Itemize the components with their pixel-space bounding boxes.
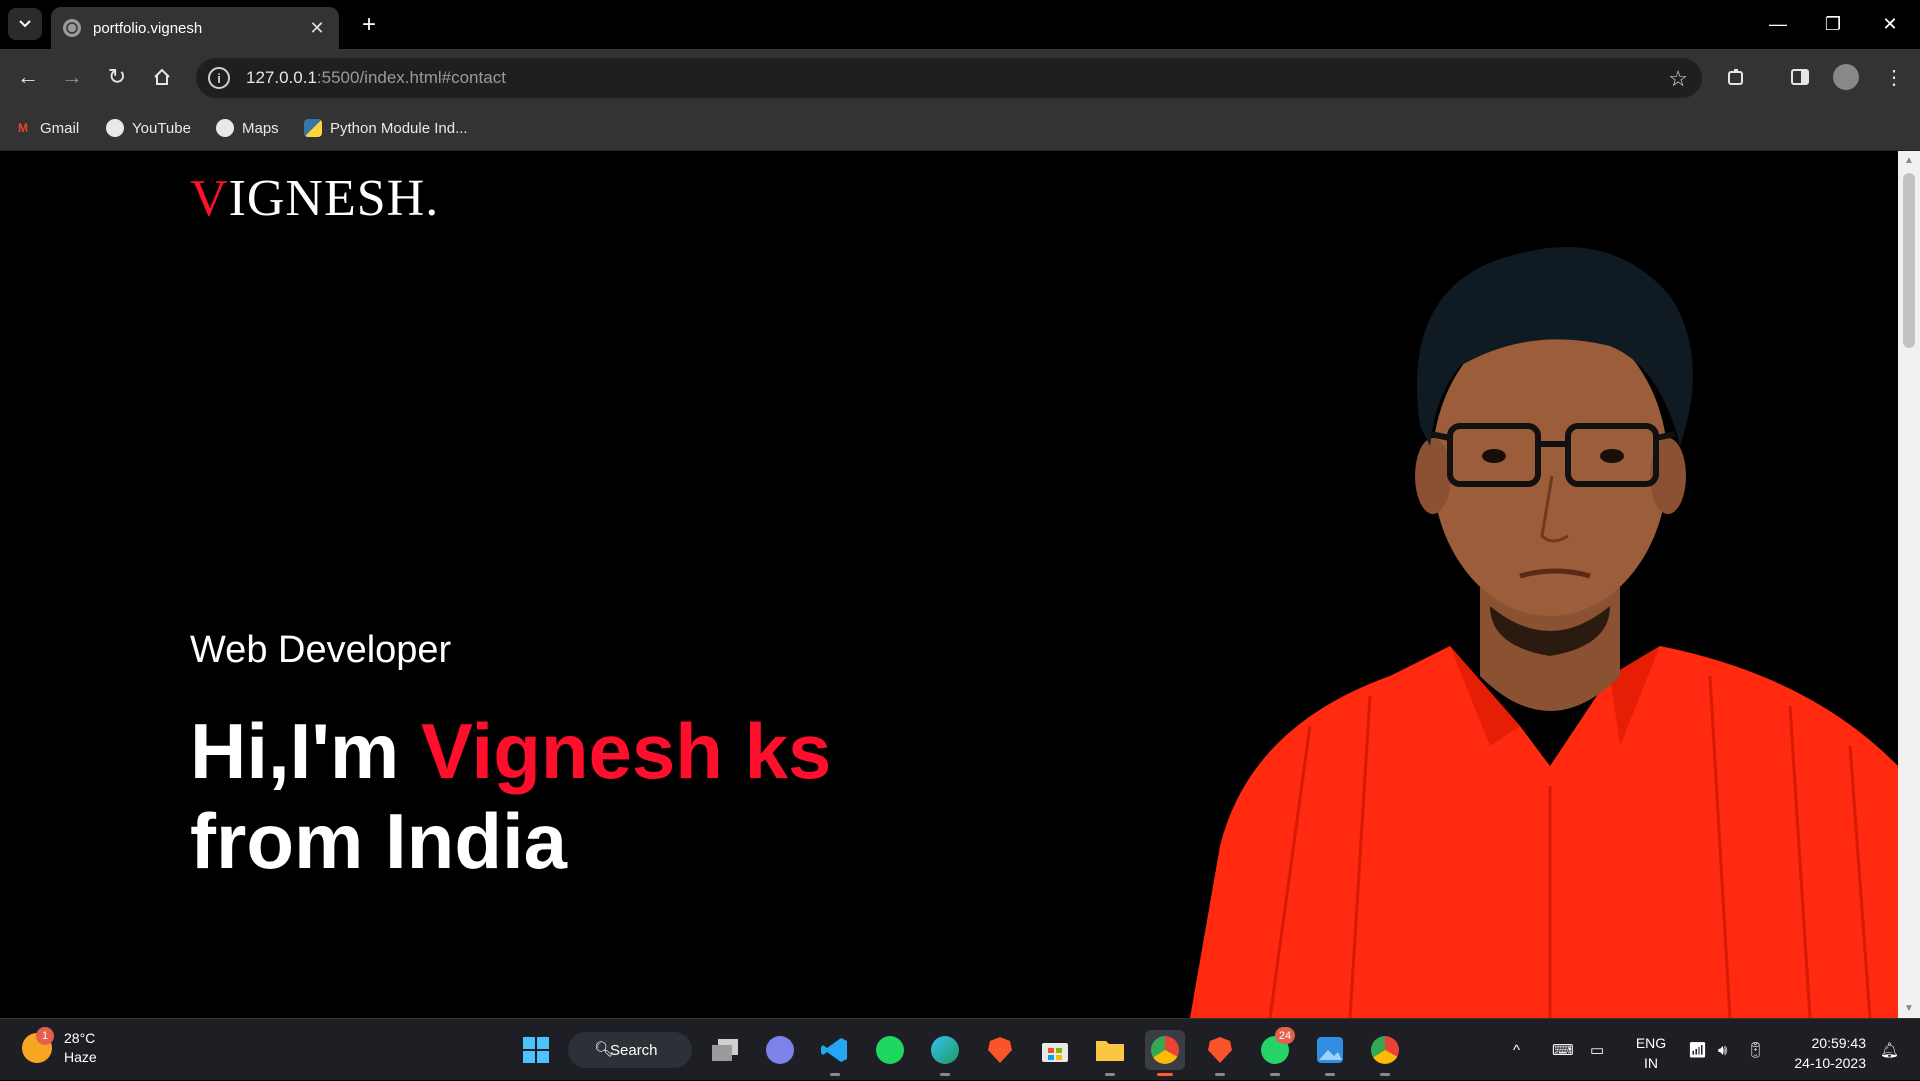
windows-logo-icon: [523, 1037, 549, 1063]
home-icon[interactable]: [144, 59, 180, 95]
bookmark-star-icon[interactable]: ☆: [1668, 66, 1688, 92]
weather-desc: Haze: [64, 1049, 97, 1065]
brave-icon[interactable]: [1200, 1030, 1240, 1076]
extensions-icon[interactable]: [1718, 59, 1754, 95]
nav-about[interactable]: About: [46, 151, 88, 168]
close-window-button[interactable]: ✕: [1862, 0, 1918, 49]
bookmark-label: YouTube: [132, 119, 191, 137]
tab-active[interactable]: portfolio.vignesh ✕: [51, 7, 339, 49]
site-logo[interactable]: VIGNESH.: [190, 169, 439, 228]
nav-home[interactable]: Home: [0, 151, 43, 168]
gmail-icon: M: [18, 121, 28, 135]
system-clock[interactable]: 20:59:43 24-10-2023: [1784, 1033, 1866, 1073]
bookmark-python[interactable]: Python Module Ind...: [304, 116, 468, 140]
task-view-icon[interactable]: [705, 1030, 745, 1070]
start-button[interactable]: [516, 1030, 556, 1070]
weather-widget[interactable]: 1 28°C Haze: [22, 1027, 97, 1067]
site-info-icon[interactable]: i: [208, 67, 230, 89]
whatsapp-badge: 24: [1275, 1027, 1295, 1044]
display-icon[interactable]: ▭: [1590, 1019, 1604, 1081]
side-panel-icon[interactable]: [1782, 59, 1818, 95]
scroll-up-icon[interactable]: ▲: [1904, 155, 1914, 166]
python-icon: [304, 119, 322, 137]
hero-subtitle: Web Developer: [190, 629, 452, 671]
chrome-profile-icon[interactable]: [1365, 1030, 1405, 1076]
bookmark-youtube[interactable]: YouTube: [106, 116, 191, 140]
spotify-icon[interactable]: [870, 1030, 910, 1070]
chrome-icon[interactable]: [1145, 1030, 1185, 1076]
address-bar[interactable]: i 127.0.0.1:5500/index.html#contact ☆: [196, 58, 1702, 98]
tab-title: portfolio.vignesh: [93, 19, 203, 37]
globe-icon: [216, 119, 234, 137]
reload-icon[interactable]: ↻: [99, 59, 135, 95]
globe-icon: [106, 119, 124, 137]
edge-icon[interactable]: [925, 1030, 965, 1076]
scrollbar-thumb[interactable]: [1903, 173, 1915, 348]
whatsapp-icon[interactable]: 24: [1255, 1027, 1295, 1076]
notification-icon[interactable]: 🔔︎: [1880, 1019, 1899, 1081]
tab-close-icon[interactable]: ✕: [307, 18, 327, 39]
photos-icon[interactable]: [1310, 1030, 1350, 1076]
store-icon[interactable]: [1035, 1030, 1075, 1070]
restore-button[interactable]: ❐: [1805, 0, 1861, 49]
nav-services[interactable]: Services: [93, 151, 154, 168]
keyboard-icon[interactable]: ⌨: [1552, 1019, 1574, 1081]
web-page: VIGNESH. Home About Services Portfolio C…: [0, 151, 1898, 1018]
url-text: 127.0.0.1:5500/index.html#contact: [246, 68, 506, 87]
tab-strip: portfolio.vignesh ✕ + — ❐ ✕: [0, 0, 1920, 49]
scroll-down-icon[interactable]: ▼: [1904, 1003, 1914, 1014]
windows-taskbar: 1 28°C Haze 🔍︎ Search 24 ^ ⌨ ▭ ENG IN 📶︎…: [0, 1018, 1920, 1080]
file-explorer-icon[interactable]: [1090, 1030, 1130, 1076]
vscode-icon[interactable]: [815, 1030, 855, 1076]
weather-badge: 1: [36, 1027, 54, 1045]
chevron-down-icon: [19, 20, 31, 28]
bookmark-gmail[interactable]: M Gmail: [14, 116, 79, 140]
page-scrollbar[interactable]: ▲ ▼: [1898, 151, 1920, 1018]
new-tab-button[interactable]: +: [354, 10, 384, 40]
bookmarks-bar: M Gmail YouTube Maps Python Module Ind..…: [0, 105, 1920, 151]
bookmark-label: Maps: [242, 119, 279, 137]
hero-headline: Hi,I'm Vignesh ks from India: [190, 707, 832, 885]
minimize-button[interactable]: —: [1750, 0, 1806, 49]
nav-portfolio[interactable]: Portfolio: [158, 151, 217, 168]
bookmark-label: Gmail: [40, 119, 80, 137]
menu-kebab-icon[interactable]: ⋮: [1876, 59, 1912, 95]
globe-icon: [63, 19, 81, 37]
bookmark-label: Python Module Ind...: [330, 119, 468, 137]
weather-temp: 28°C: [64, 1030, 96, 1046]
bookmark-maps[interactable]: Maps: [216, 116, 279, 140]
site-nav: Home About Services Portfolio Contact: [0, 151, 1898, 169]
weather-sun-icon: 1: [22, 1027, 54, 1063]
volume-icon[interactable]: 🔊︎: [1718, 1019, 1727, 1081]
profile-portrait: [1190, 247, 1898, 1018]
battery-icon[interactable]: 🔋︎: [1746, 1019, 1765, 1081]
teams-chat-icon[interactable]: [760, 1030, 800, 1070]
taskbar-search[interactable]: 🔍︎ Search: [568, 1032, 692, 1068]
brave-icon[interactable]: [980, 1030, 1020, 1070]
forward-arrow-icon[interactable]: →: [54, 59, 90, 95]
wifi-icon[interactable]: 📶︎: [1688, 1019, 1707, 1081]
tray-overflow-icon[interactable]: ^: [1513, 1019, 1520, 1081]
search-icon: 🔍︎: [594, 1041, 614, 1058]
language-indicator[interactable]: ENG IN: [1634, 1033, 1668, 1073]
profile-avatar[interactable]: [1828, 59, 1864, 95]
browser-toolbar: ← → ↻ i 127.0.0.1:5500/index.html#contac…: [0, 49, 1920, 105]
tab-search-button[interactable]: [8, 8, 42, 40]
back-arrow-icon[interactable]: ←: [10, 59, 46, 95]
nav-contact[interactable]: Contact: [221, 151, 276, 168]
